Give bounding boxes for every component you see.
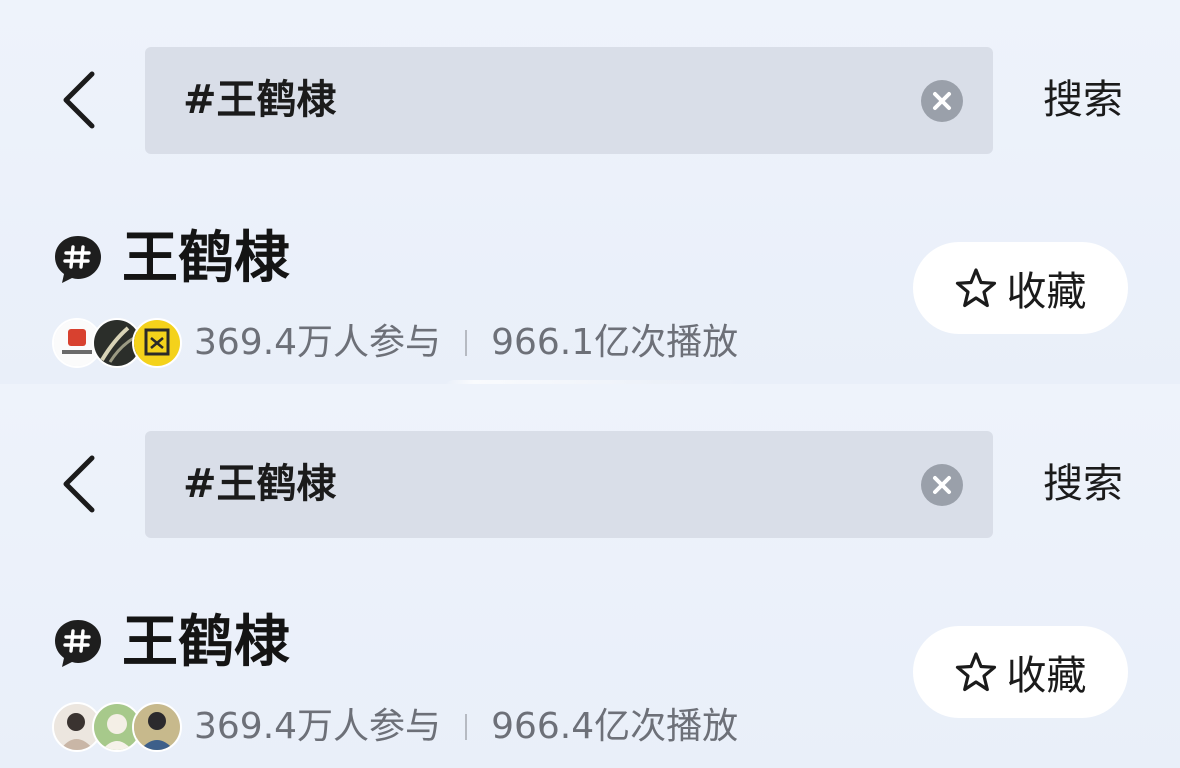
stats-divider — [465, 714, 468, 740]
topic-screen-2: #王鹤棣 搜索 王鹤棣 收藏 369.4万人参与 966.4亿次播放 — [0, 384, 1180, 768]
search-query[interactable]: #王鹤棣 — [183, 431, 337, 538]
participant-avatars — [52, 702, 182, 752]
clear-search-button[interactable] — [921, 464, 963, 506]
topic-stats: 369.4万人参与 966.1亿次播放 — [194, 318, 738, 368]
back-button[interactable] — [56, 68, 100, 132]
participants-count: 369.4万人参与 — [194, 706, 442, 747]
search-query[interactable]: #王鹤棣 — [183, 47, 337, 154]
hashtag-bubble-icon — [52, 617, 104, 669]
chevron-left-icon — [63, 71, 95, 129]
star-outline-icon — [955, 652, 996, 692]
hashtag-bubble-icon — [52, 233, 104, 285]
clear-icon — [933, 476, 951, 494]
stats-divider — [465, 330, 468, 356]
topic-title: 王鹤棣 — [122, 226, 290, 291]
participants-count: 369.4万人参与 — [194, 322, 442, 363]
clear-icon — [933, 92, 951, 110]
collect-button[interactable]: 收藏 — [913, 242, 1128, 334]
views-count: 966.1亿次播放 — [491, 322, 739, 363]
collect-label: 收藏 — [1006, 653, 1087, 699]
chevron-left-icon — [63, 455, 95, 513]
star-outline-icon — [955, 268, 996, 308]
topic-title: 王鹤棣 — [122, 610, 290, 675]
search-button[interactable]: 搜索 — [1043, 47, 1123, 154]
clear-search-button[interactable] — [921, 80, 963, 122]
collect-label: 收藏 — [1006, 269, 1087, 315]
search-button[interactable]: 搜索 — [1043, 431, 1123, 538]
search-input[interactable]: #王鹤棣 — [145, 431, 993, 538]
topic-screen-1: #王鹤棣 搜索 王鹤棣 收藏 369.4万人参与 966.1亿次播放 — [0, 0, 1180, 384]
participant-avatars — [52, 318, 182, 368]
collect-button[interactable]: 收藏 — [913, 626, 1128, 718]
back-button[interactable] — [56, 452, 100, 516]
search-input[interactable]: #王鹤棣 — [145, 47, 993, 154]
avatar — [132, 318, 182, 368]
topic-stats: 369.4万人参与 966.4亿次播放 — [194, 702, 738, 752]
avatar — [132, 702, 182, 752]
views-count: 966.4亿次播放 — [491, 706, 739, 747]
